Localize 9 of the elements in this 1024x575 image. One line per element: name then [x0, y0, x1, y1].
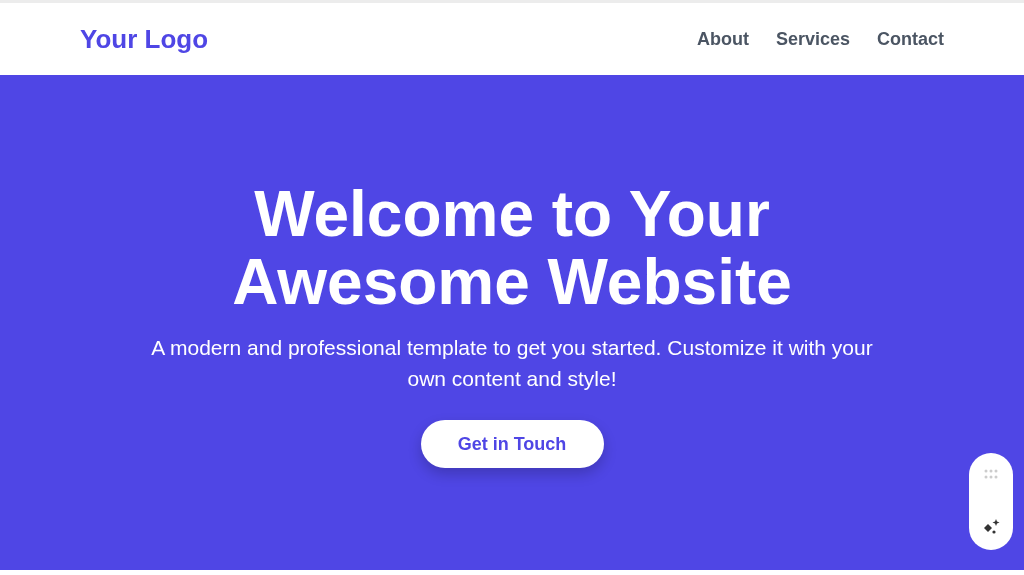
nav-link[interactable]: Services [775, 28, 850, 50]
drag-handle-icon[interactable] [984, 469, 998, 479]
nav-link[interactable]: About [696, 28, 749, 50]
sparkle-icon[interactable] [982, 518, 1000, 536]
nav-link[interactable]: Contact [877, 28, 944, 50]
hero-heading: Welcome to Your Awesome Website [231, 180, 793, 316]
logo-link[interactable]: Your Logo [80, 23, 209, 55]
contact-button[interactable]: Get in Touch [420, 420, 604, 468]
hero-subtitle: A modern and professional template to get you started. Customize it with your own content and style! [150, 335, 874, 392]
